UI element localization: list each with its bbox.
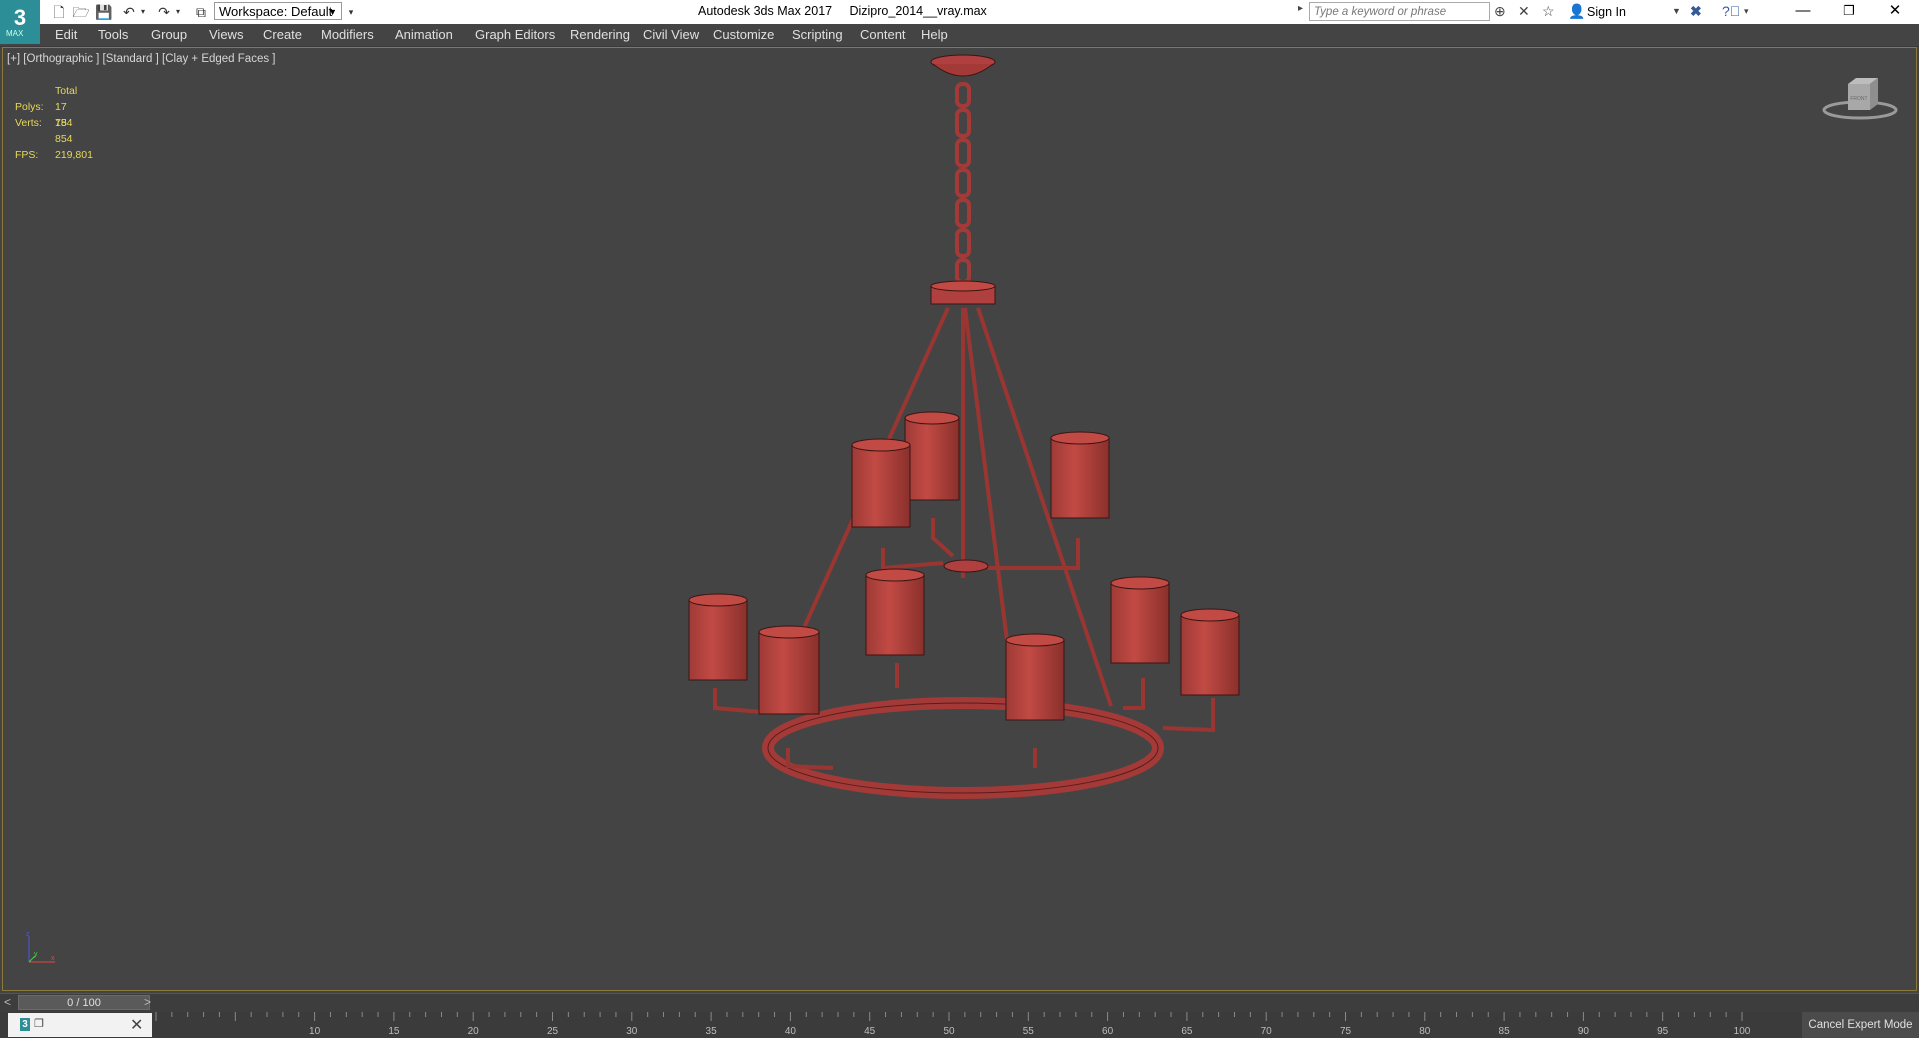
ruler-label: 15 [388, 1026, 400, 1037]
ruler-label: 75 [1340, 1026, 1352, 1037]
app-mini-logo-icon: 3 [20, 1018, 30, 1031]
sign-in-dropdown-icon[interactable]: ▼ [1672, 6, 1681, 16]
communication-center-icon[interactable]: ✕ [1518, 3, 1530, 20]
ruler-label: 65 [1181, 1026, 1193, 1037]
menu-rendering[interactable]: Rendering [570, 27, 630, 42]
workspace-label: Workspace: Default [219, 4, 333, 19]
ruler-label: 70 [1261, 1026, 1273, 1037]
ruler-label: 90 [1578, 1026, 1590, 1037]
menu-views[interactable]: Views [209, 27, 243, 42]
user-icon[interactable]: 👤 [1568, 3, 1585, 20]
restore-button[interactable]: ❐ [1826, 0, 1872, 24]
chevron-down-icon: ▼ [328, 7, 337, 17]
search-input[interactable] [1309, 2, 1490, 21]
ruler-label: 100 [1734, 1026, 1751, 1037]
canopy-bowl[interactable] [932, 63, 994, 77]
undo-dropdown-icon[interactable]: ▾ [138, 2, 148, 22]
help-dropdown-icon[interactable]: ▾ [1744, 6, 1749, 17]
ruler-label: 80 [1419, 1026, 1431, 1037]
chandelier-model[interactable] [3, 48, 1916, 990]
save-icon[interactable]: 💾 [95, 2, 113, 22]
undo-icon[interactable]: ↶ [120, 2, 138, 22]
ruler-label: 30 [626, 1026, 638, 1037]
minimized-panel[interactable]: 3 ❐ ✕ [8, 1013, 152, 1037]
menu-customize[interactable]: Customize [713, 27, 774, 42]
ruler-label: 60 [1102, 1026, 1114, 1037]
menu-group[interactable]: Group [151, 27, 187, 42]
workspace-selector[interactable]: Workspace: Default ▼ [214, 2, 342, 20]
help-icon[interactable]: ?⃝ [1722, 3, 1740, 19]
track-bar[interactable]: 3 ❐ ✕ 10 15 20 25 30 35 40 45 50 55 60 65 70 75 80 85 90… [0, 1012, 1919, 1038]
restore-icon[interactable]: ❐ [34, 1017, 44, 1030]
app-logo[interactable]: 3 MAX [0, 0, 40, 44]
time-slider-thumb[interactable]: 0 / 100 [18, 995, 150, 1010]
menu-civil-view[interactable]: Civil View [643, 27, 699, 42]
ruler-label: 40 [785, 1026, 797, 1037]
lower-ring[interactable] [762, 697, 1164, 799]
time-slider-prev-button[interactable]: < [4, 995, 11, 1009]
menu-help[interactable]: Help [921, 27, 948, 42]
menu-scripting[interactable]: Scripting [792, 27, 843, 42]
ruler-label: 55 [1023, 1026, 1035, 1037]
close-icon[interactable]: ✕ [130, 1015, 143, 1035]
menu-bar: Edit Tools Group Views Create Modifiers … [0, 24, 1919, 47]
menu-create[interactable]: Create [263, 27, 302, 42]
app-logo-sub: MAX [6, 29, 24, 38]
ruler-label: 95 [1657, 1026, 1669, 1037]
menu-content[interactable]: Content [860, 27, 906, 42]
window-title: Autodesk 3ds Max 2017 Dizipro_2014__vray… [698, 4, 987, 18]
redo-icon[interactable]: ↷ [155, 2, 173, 22]
autodesk-exchange-icon[interactable]: ✖ [1690, 3, 1702, 20]
time-slider-next-button[interactable]: > [144, 995, 151, 1009]
close-button[interactable]: ✕ [1872, 0, 1918, 24]
ruler-label: 35 [706, 1026, 718, 1037]
binoculars-icon[interactable]: ⊕ [1494, 3, 1506, 20]
menu-animation[interactable]: Animation [395, 27, 453, 42]
favorites-star-icon[interactable]: ☆ [1542, 3, 1555, 20]
open-file-icon[interactable]: 🗁 [72, 2, 90, 22]
ruler-label: 10 [309, 1026, 321, 1037]
menu-graph-editors[interactable]: Graph Editors [475, 27, 555, 42]
track-bar-ruler[interactable]: 10 15 20 25 30 35 40 45 50 55 60 65 70 75 80 85 90 95 100 [152, 1012, 1752, 1038]
menu-modifiers[interactable]: Modifiers [321, 27, 374, 42]
redo-dropdown-icon[interactable]: ▾ [173, 2, 183, 22]
app-logo-text: 3 [13, 5, 27, 30]
search-expand-icon[interactable]: ▸ [1298, 3, 1303, 14]
project-folder-icon[interactable]: ⧉ [192, 2, 210, 22]
ruler-label: 50 [943, 1026, 955, 1037]
upper-hub[interactable] [943, 559, 989, 573]
time-slider[interactable]: < 0 / 100 > [0, 993, 1919, 1012]
ruler-label: 85 [1499, 1026, 1511, 1037]
viewport-front[interactable]: [+] [Orthographic ] [Standard ] [Clay + … [2, 47, 1917, 991]
ruler-label: 45 [864, 1026, 876, 1037]
minimize-button[interactable]: — [1780, 0, 1826, 24]
customize-toolbar-icon[interactable]: ▾ [344, 2, 358, 22]
sign-in-button[interactable]: Sign In [1587, 5, 1626, 19]
title-bar: 3 MAX 🗋 🗁 💾 ↶ ▾ ↷ ▾ ⧉ Workspace: Default… [0, 0, 1919, 44]
ruler-label: 20 [468, 1026, 480, 1037]
cancel-expert-mode-button[interactable]: Cancel Expert Mode [1802, 1012, 1919, 1038]
time-slider-position: 0 / 100 [67, 997, 101, 1009]
menu-edit[interactable]: Edit [55, 27, 77, 42]
ruler-label: 25 [547, 1026, 559, 1037]
new-file-icon[interactable]: 🗋 [50, 2, 68, 22]
menu-tools[interactable]: Tools [98, 27, 128, 42]
chain[interactable] [955, 82, 971, 284]
